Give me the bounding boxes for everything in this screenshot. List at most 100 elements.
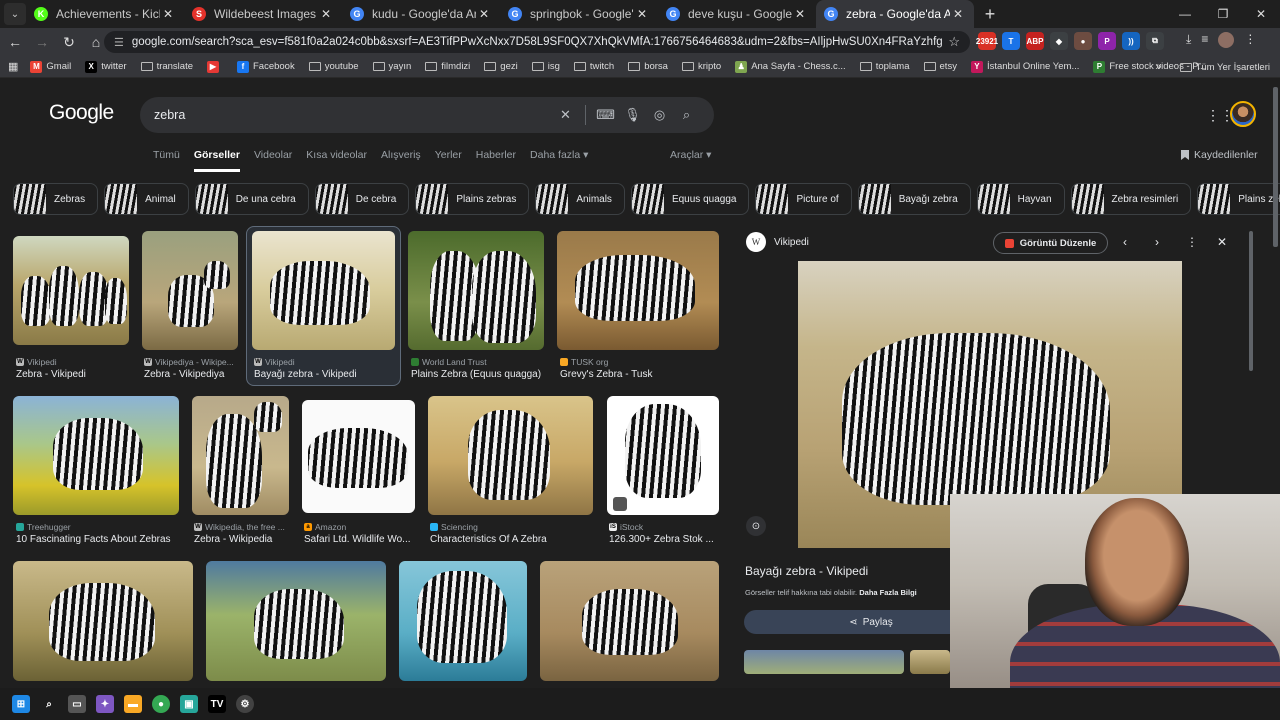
site-info-icon[interactable]: ☰ bbox=[114, 36, 124, 49]
windows-start-icon[interactable]: ⊞ bbox=[12, 695, 30, 713]
bookmark-item[interactable]: translate bbox=[140, 61, 193, 72]
bookmark-item[interactable]: twitch bbox=[573, 61, 614, 72]
related-search-chip[interactable]: Plains zebras bbox=[415, 183, 530, 215]
related-image[interactable] bbox=[910, 650, 950, 674]
bookmark-item[interactable]: Y İstanbul Online Yem... bbox=[970, 60, 1079, 73]
related-search-chip[interactable]: Hayvan bbox=[976, 183, 1065, 215]
search-tab[interactable]: Görseller bbox=[193, 149, 240, 172]
bookmark-item[interactable]: youtube bbox=[308, 61, 359, 72]
panel-scrollbar[interactable] bbox=[1249, 231, 1253, 371]
panel-site[interactable]: W Vikipedi bbox=[746, 232, 809, 252]
bookmark-item[interactable]: ♟ Ana Sayfa - Chess.c... bbox=[735, 60, 846, 73]
bookmark-item[interactable]: ▶ bbox=[207, 60, 223, 73]
bookmark-item[interactable]: toplama bbox=[859, 61, 910, 72]
keyboard-icon[interactable]: ⌨ bbox=[592, 107, 619, 123]
all-bookmarks[interactable]: Tüm Yer İşaretleri bbox=[1196, 62, 1270, 73]
search-tab[interactable]: Videolar bbox=[254, 149, 292, 172]
page-scrollbar[interactable] bbox=[1273, 87, 1278, 247]
tab[interactable]: S Wildebeest Images – Browse 39✕ bbox=[184, 0, 342, 28]
result-caption[interactable]: 10 Fascinating Facts About Zebras bbox=[16, 534, 181, 545]
result-image[interactable] bbox=[428, 396, 593, 515]
result-caption[interactable]: Safari Ltd. Wildlife Wo... bbox=[304, 534, 419, 545]
search-tab[interactable]: Yerler bbox=[435, 149, 462, 172]
bookmark-item[interactable]: Xtwitter bbox=[85, 60, 127, 73]
purple-extension-icon[interactable]: P bbox=[1098, 32, 1116, 50]
result-image[interactable] bbox=[540, 561, 719, 681]
copilot-icon[interactable]: ✦ bbox=[96, 695, 114, 713]
tradingview-icon[interactable]: TV bbox=[208, 695, 226, 713]
result-caption[interactable]: Zebra - Vikipedi bbox=[16, 369, 136, 380]
related-image[interactable] bbox=[744, 650, 904, 674]
related-search-chip[interactable]: De una cebra bbox=[194, 183, 309, 215]
bookmark-item[interactable]: f Facebook bbox=[237, 60, 295, 73]
bookmark-item[interactable]: filmdizi bbox=[425, 61, 470, 72]
search-tab[interactable]: Tümü bbox=[153, 149, 180, 172]
menu-kebab-icon[interactable]: ⋮ bbox=[1244, 32, 1256, 48]
badge-extension-icon[interactable]: 23921 bbox=[976, 32, 998, 50]
bookmark-item[interactable]: gezi bbox=[484, 61, 518, 72]
wave-extension-icon[interactable]: )) bbox=[1122, 32, 1140, 50]
tab[interactable]: Gdeve kuşu - Google'da Ara✕ bbox=[658, 0, 816, 28]
result-image[interactable] bbox=[408, 231, 544, 350]
result-caption[interactable]: 126.300+ Zebra Stok ... bbox=[609, 534, 719, 545]
forward-icon[interactable]: → bbox=[30, 34, 54, 50]
search-tab[interactable]: Daha fazla ▾ bbox=[530, 149, 588, 172]
translate-extension-icon[interactable]: T bbox=[1002, 32, 1020, 50]
profile-icon[interactable] bbox=[1218, 32, 1235, 48]
result-image[interactable] bbox=[557, 231, 719, 350]
search-box[interactable]: zebra ✕ ⌨ 🎙 ◎ ⌕ bbox=[140, 97, 714, 133]
more-info-link[interactable]: Daha Fazla Bilgi bbox=[859, 588, 917, 597]
tab-close-icon[interactable]: ✕ bbox=[792, 7, 808, 21]
prev-image-icon[interactable]: ‹ bbox=[1123, 235, 1127, 249]
reload-icon[interactable]: ↻ bbox=[57, 34, 81, 51]
task-view-icon[interactable]: ▭ bbox=[68, 695, 86, 713]
result-image[interactable] bbox=[302, 400, 415, 513]
bookmark-item[interactable]: isg bbox=[531, 61, 560, 72]
panel-close-icon[interactable]: ✕ bbox=[1217, 235, 1227, 249]
chrome-icon[interactable]: ● bbox=[152, 695, 170, 713]
tab-close-icon[interactable]: ✕ bbox=[160, 7, 176, 21]
result-image[interactable] bbox=[142, 231, 238, 350]
bookmark-item[interactable]: M Gmail bbox=[30, 60, 71, 73]
download-icon[interactable]: ⤓ bbox=[1186, 32, 1191, 48]
circle-extension-icon[interactable]: ● bbox=[1074, 32, 1092, 50]
panel-title[interactable]: Bayağı zebra - Vikipedi bbox=[745, 564, 868, 578]
settings-icon[interactable]: ⚙ bbox=[236, 695, 254, 713]
teams-icon[interactable]: ▣ bbox=[180, 695, 198, 713]
related-search-chip[interactable]: Plains zebra bbox=[1197, 183, 1280, 215]
diamond-extension-icon[interactable]: ◆ bbox=[1050, 32, 1068, 50]
lens-icon[interactable]: ◎ bbox=[646, 107, 673, 123]
tab-close-icon[interactable]: ✕ bbox=[634, 7, 650, 21]
clear-icon[interactable]: ✕ bbox=[552, 107, 579, 123]
search-icon[interactable]: ⌕ bbox=[673, 107, 700, 123]
search-tab[interactable]: Alışveriş bbox=[381, 149, 421, 172]
saved-link[interactable]: Kaydedilenler bbox=[1181, 149, 1258, 161]
related-search-chip[interactable]: De cebra bbox=[314, 183, 410, 215]
tab[interactable]: Gspringbok - Google'da Ara✕ bbox=[500, 0, 658, 28]
search-tab[interactable]: Kısa videolar bbox=[306, 149, 367, 172]
file-explorer-icon[interactable]: ▬ bbox=[124, 695, 142, 713]
result-image[interactable] bbox=[206, 561, 386, 681]
result-image[interactable] bbox=[399, 561, 527, 681]
result-image[interactable] bbox=[252, 231, 395, 350]
tab-search-button[interactable]: ⌄ bbox=[4, 3, 26, 25]
bookmark-item[interactable]: yayın bbox=[372, 61, 411, 72]
search-input[interactable]: zebra bbox=[154, 108, 552, 122]
minimize-icon[interactable]: — bbox=[1166, 7, 1204, 21]
result-image[interactable] bbox=[13, 236, 129, 345]
related-search-chip[interactable]: Equus quagga bbox=[630, 183, 750, 215]
result-caption[interactable]: Bayağı zebra - Vikipedi bbox=[254, 369, 394, 380]
result-image[interactable] bbox=[13, 396, 179, 515]
bookmarks-overflow-icon[interactable]: » bbox=[1155, 61, 1161, 73]
result-caption[interactable]: Plains Zebra (Equus quagga) bbox=[411, 369, 551, 380]
related-search-chip[interactable]: Bayağı zebra bbox=[857, 183, 971, 215]
tools-button[interactable]: Araçlar ▾ bbox=[670, 149, 711, 161]
related-search-chip[interactable]: Picture of bbox=[755, 183, 852, 215]
taskbar-search-icon[interactable]: ⌕ bbox=[40, 695, 58, 713]
related-search-chip[interactable]: Animals bbox=[535, 183, 625, 215]
result-image[interactable] bbox=[607, 396, 719, 515]
restore-icon[interactable]: ❐ bbox=[1204, 7, 1242, 21]
bookmark-item[interactable]: borsa bbox=[628, 61, 668, 72]
microphone-icon[interactable]: 🎙 bbox=[619, 107, 646, 123]
tab[interactable]: Gkudu - Google'da Ara ✕ bbox=[342, 0, 500, 28]
